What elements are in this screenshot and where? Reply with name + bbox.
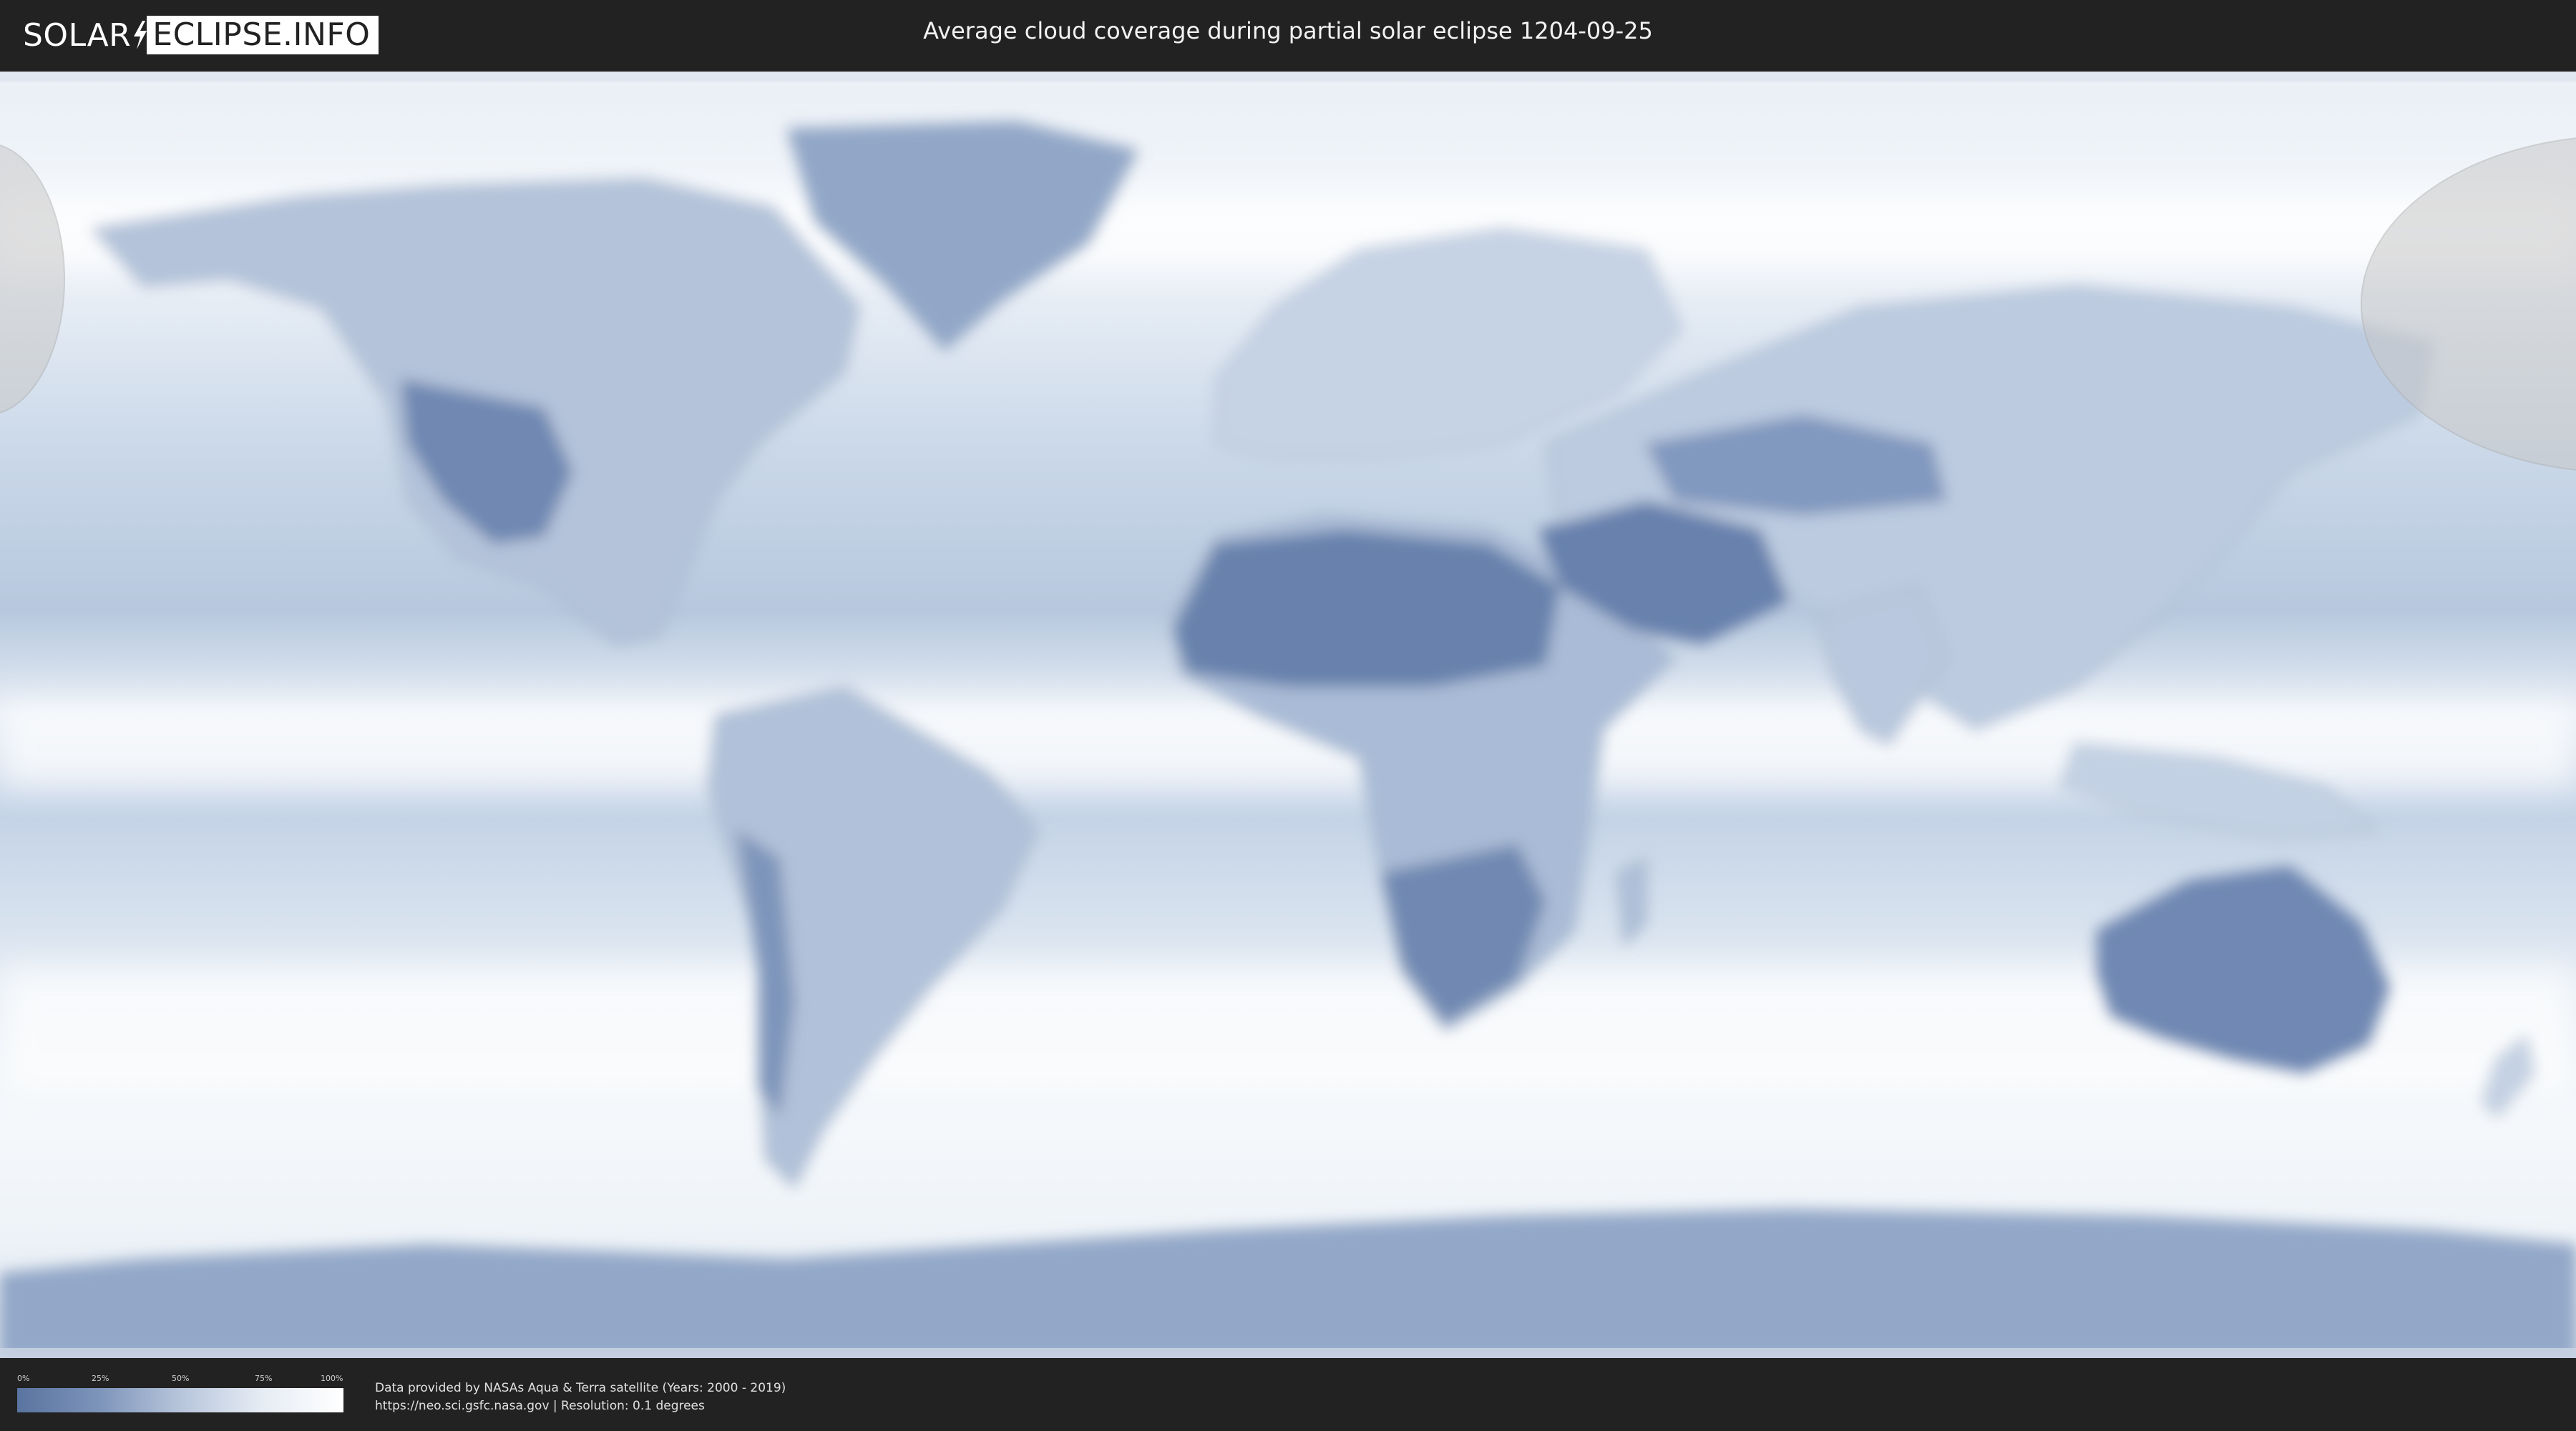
data-credits: Data provided by NASAs Aqua & Terra sate… [375,1379,786,1415]
legend-tick-100: 100% [321,1374,343,1383]
credit-line: Data provided by NASAs Aqua & Terra sate… [375,1381,786,1395]
map-top-edge [0,72,2576,82]
source-line: https://neo.sci.gsfc.nasa.gov | Resoluti… [375,1399,705,1413]
footer-bar: 0% 25% 50% 75% 100% Data provided by NAS… [0,1358,2576,1431]
legend-color-scale [17,1388,343,1412]
legend-tick-0: 0% [17,1374,30,1383]
cloud-coverage-legend: 0% 25% 50% 75% 100% [17,1374,343,1417]
legend-tick-75: 75% [255,1374,273,1383]
legend-tick-25: 25% [92,1374,109,1383]
cloud-coverage-map [0,72,2576,1358]
header-bar: SOLAR ECLIPSE.INFO Average cloud coverag… [0,0,2576,72]
page-title: Average cloud coverage during partial so… [923,17,1653,44]
world-map-svg [0,72,2576,1358]
map-bottom-edge [0,1348,2576,1358]
legend-tick-labels: 0% 25% 50% 75% 100% [17,1374,343,1385]
legend-tick-50: 50% [172,1374,190,1383]
sahara-clear-region [1172,528,1561,688]
